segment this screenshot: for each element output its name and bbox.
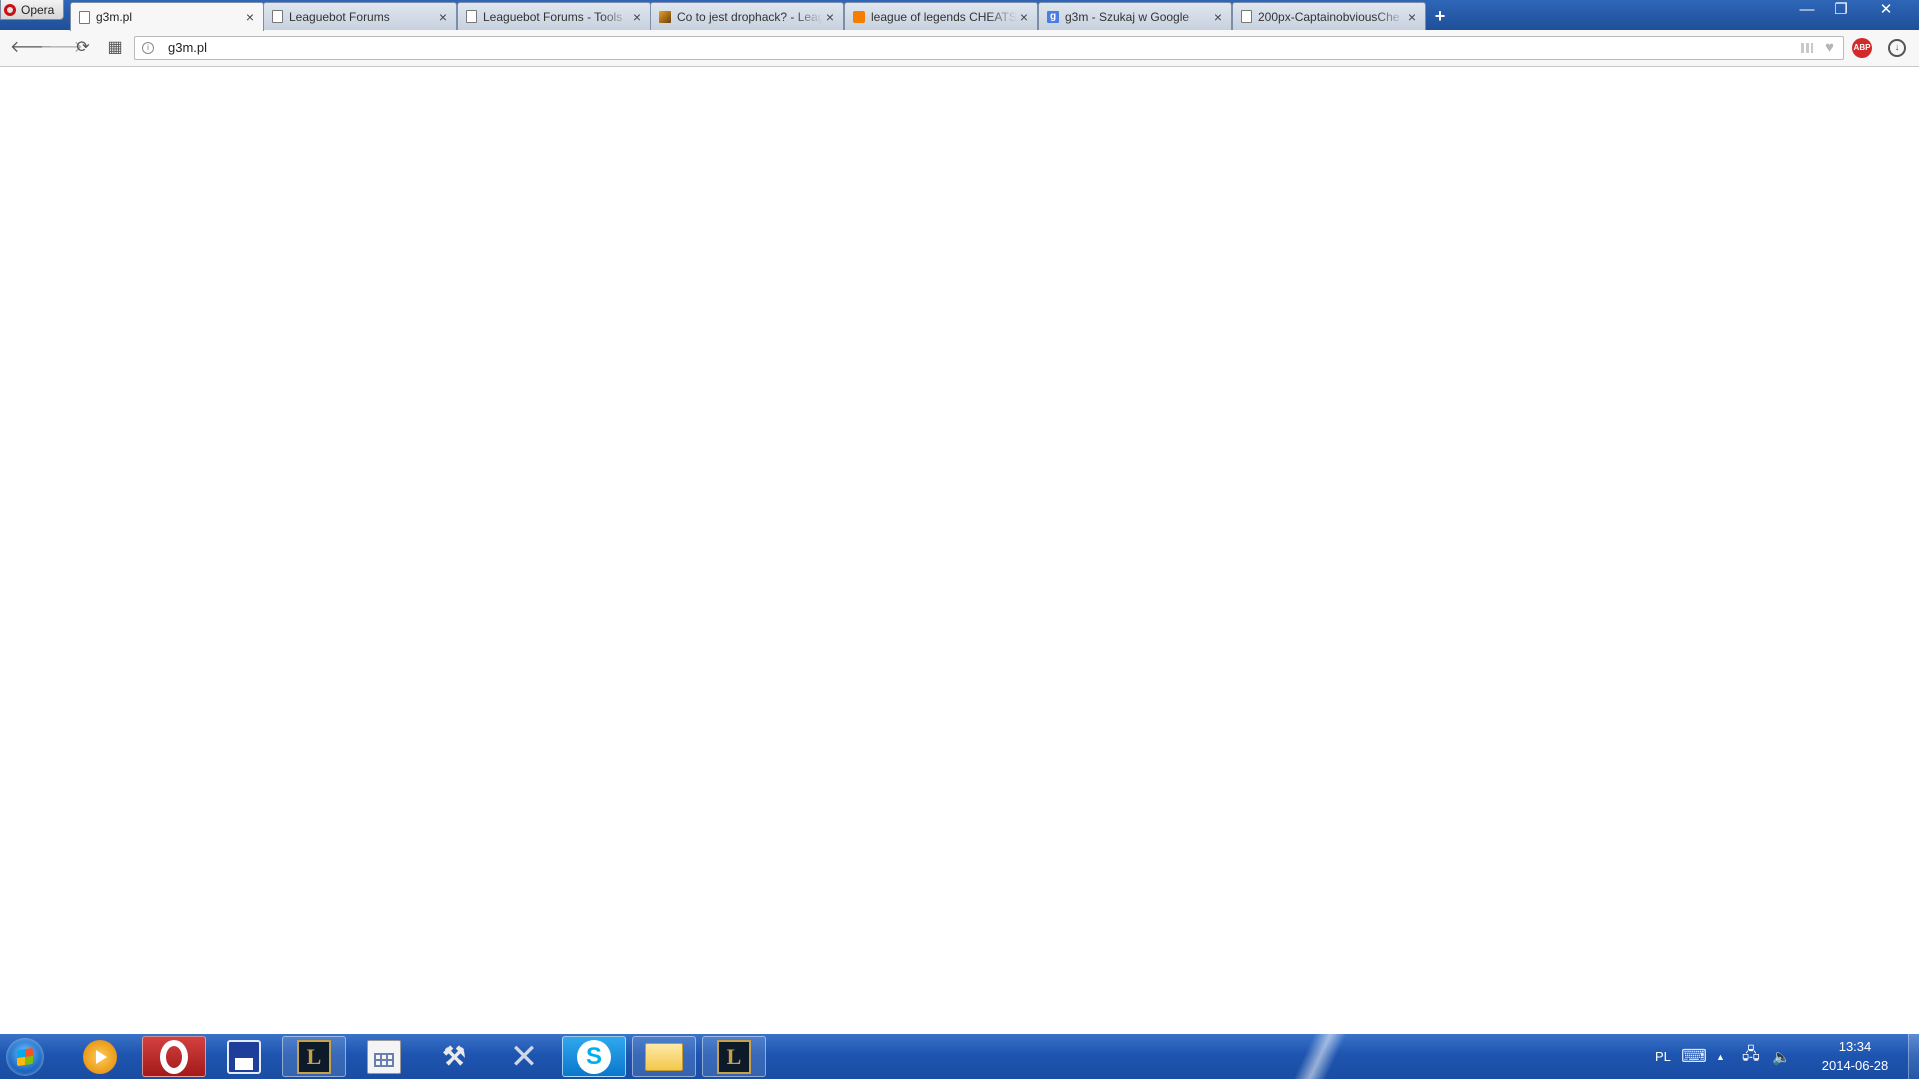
speed-dial-button[interactable]: ▦ — [105, 38, 125, 58]
close-window-button[interactable]: ✕ — [1858, 0, 1914, 20]
tab-captainobvious[interactable]: 200px-CaptainobviousChe × — [1232, 2, 1426, 30]
reload-button[interactable]: ⟳ — [73, 38, 93, 58]
tab-leaguebot-forums-tools[interactable]: Leaguebot Forums - Tools × — [457, 2, 651, 30]
start-button[interactable] — [6, 1038, 44, 1076]
skype-icon: S — [577, 1039, 611, 1074]
windows-taskbar: L ⚒ ✕ S L PL ⌨ ▲ 🖧 🔈 13:34 2014-06-28 — [0, 1034, 1919, 1079]
taskbar-opera[interactable] — [142, 1036, 206, 1077]
site-info-icon[interactable]: i — [142, 42, 154, 54]
tab-title: Leaguebot Forums — [289, 9, 390, 24]
clock-time: 13:34 — [1838, 1039, 1872, 1054]
forward-button[interactable]: 🡒 — [40, 38, 83, 58]
adblock-plus-icon[interactable]: ABP — [1852, 38, 1872, 58]
hammer-wrench-icon: ⚒ — [442, 1041, 466, 1071]
adblock-label: ABP — [1853, 43, 1871, 52]
address-bar[interactable]: i g3m.pl ♥ — [134, 36, 1844, 60]
volume-icon[interactable]: 🔈 — [1772, 1034, 1791, 1079]
tab-drophack[interactable]: Co to jest drophack? - League × — [650, 2, 844, 30]
close-tab-icon[interactable]: × — [1405, 9, 1419, 25]
x-icon: ✕ — [509, 1036, 539, 1077]
bookmark-heart-icon[interactable]: ♥ — [1825, 39, 1834, 56]
opera-icon — [160, 1039, 188, 1074]
page-icon — [1241, 10, 1252, 23]
tab-title: g3m.pl — [96, 10, 133, 24]
taskbar-x-app[interactable]: ✕ — [492, 1036, 556, 1077]
folder-icon — [645, 1042, 683, 1071]
league-of-legends-icon: L — [297, 1039, 331, 1074]
back-button[interactable]: 🡐 — [10, 38, 53, 58]
tab-title: Co to jest drophack? - League — [677, 9, 823, 24]
tab-leaguebot-forums[interactable]: Leaguebot Forums × — [263, 2, 457, 30]
close-tab-icon[interactable]: × — [436, 9, 450, 25]
browser-title-bar: Opera g3m.pl × Leaguebot Forums × League… — [0, 0, 1919, 31]
taskbar-league-of-legends-client[interactable]: L — [702, 1036, 766, 1077]
close-tab-icon[interactable]: × — [630, 9, 644, 25]
close-tab-icon[interactable]: × — [823, 9, 837, 25]
page-icon — [466, 10, 477, 23]
close-tab-icon[interactable]: × — [243, 9, 257, 25]
system-clock[interactable]: 13:34 2014-06-28 — [1800, 1037, 1910, 1075]
tab-g3m[interactable]: g3m.pl × — [70, 2, 264, 31]
clock-date: 2014-06-28 — [1821, 1058, 1889, 1073]
media-player-icon — [83, 1039, 117, 1074]
taskbar-league-of-legends[interactable]: L — [282, 1036, 346, 1077]
blogger-icon — [853, 10, 865, 23]
page-icon — [79, 10, 90, 24]
tab-lol-cheats[interactable]: league of legends CHEATS × — [844, 2, 1038, 30]
address-input[interactable]: g3m.pl — [168, 37, 207, 59]
keyboard-icon[interactable]: ⌨ — [1681, 1034, 1707, 1079]
page-content — [0, 67, 1919, 1034]
taskbar-calculator[interactable] — [352, 1036, 416, 1077]
browser-toolbar: 🡐 🡒 ⟳ ▦ i g3m.pl ♥ ABP ↓ — [0, 30, 1919, 67]
opera-menu-button[interactable]: Opera — [0, 0, 64, 20]
google-icon: g — [1047, 10, 1059, 23]
minimize-button[interactable]: — — [1790, 0, 1824, 20]
tab-title: g3m - Szukaj w Google — [1065, 9, 1190, 24]
taskbar-skype[interactable]: S — [562, 1036, 626, 1077]
add-to-speed-dial-icon[interactable] — [1801, 43, 1813, 53]
image-favicon-icon — [659, 10, 671, 23]
restore-button[interactable]: ❐ — [1824, 0, 1858, 20]
opera-menu-label: Opera — [21, 2, 55, 17]
close-tab-icon[interactable]: × — [1211, 9, 1225, 25]
taskbar-media-player[interactable] — [68, 1036, 132, 1077]
close-tab-icon[interactable]: × — [1017, 9, 1031, 25]
tab-title: Leaguebot Forums - Tools — [483, 9, 623, 24]
show-hidden-icons-button[interactable]: ▲ — [1716, 1034, 1725, 1079]
download-icon[interactable]: ↓ — [1888, 39, 1906, 57]
calculator-icon — [367, 1039, 401, 1074]
taskbar-windows-explorer[interactable] — [632, 1036, 696, 1077]
tab-title: league of legends CHEATS — [871, 9, 1017, 24]
league-of-legends-icon: L — [717, 1039, 751, 1074]
taskbar-floppy-app[interactable] — [212, 1036, 276, 1077]
opera-logo-icon — [4, 3, 16, 16]
language-indicator[interactable]: PL — [1655, 1034, 1671, 1079]
tab-title: 200px-CaptainobviousChe — [1258, 9, 1400, 24]
network-icon[interactable]: 🖧 — [1742, 1034, 1760, 1079]
show-desktop-button[interactable] — [1908, 1034, 1919, 1079]
tab-google-search[interactable]: g g3m - Szukaj w Google × — [1038, 2, 1232, 30]
floppy-disk-icon — [227, 1039, 261, 1074]
taskbar-tool-app[interactable]: ⚒ — [422, 1036, 486, 1077]
page-icon — [272, 10, 283, 23]
new-tab-button[interactable]: + — [1430, 6, 1450, 26]
